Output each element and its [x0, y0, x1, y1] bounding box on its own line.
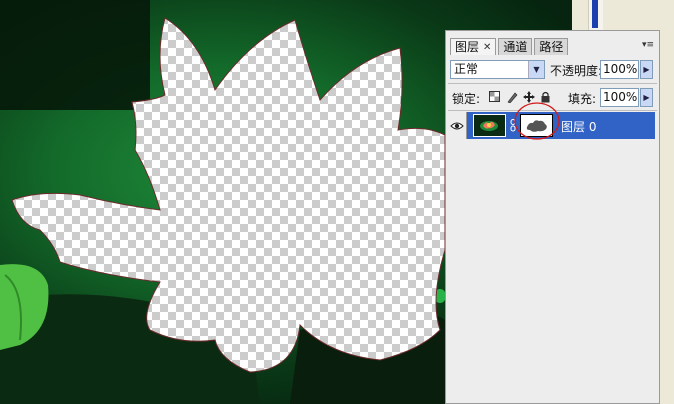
tab-label: 通道: [503, 39, 528, 54]
fill-input[interactable]: 100%: [600, 88, 639, 107]
opacity-value: 100%: [603, 62, 638, 76]
opacity-input[interactable]: 100%: [600, 60, 639, 79]
visibility-toggle[interactable]: [447, 112, 467, 139]
dark-area-top-left: [0, 0, 150, 110]
tab-label: 路径: [539, 39, 564, 54]
fill-value: 100%: [603, 90, 638, 104]
layers-scrollbar[interactable]: [655, 112, 659, 403]
close-icon[interactable]: ✕: [483, 39, 491, 56]
lock-transparency-icon[interactable]: [488, 90, 501, 103]
divider: [448, 83, 657, 84]
tab-paths[interactable]: 路径: [534, 38, 569, 55]
tab-channels[interactable]: 通道: [498, 38, 533, 55]
tab-label: 图层: [455, 39, 480, 54]
fill-label: 填充:: [568, 92, 597, 106]
panel-menu-icon[interactable]: ▾≡: [641, 37, 655, 53]
layer-thumbnail[interactable]: [473, 114, 506, 137]
opacity-slider-arrow-icon[interactable]: ▶: [640, 60, 653, 79]
eye-icon: [449, 122, 464, 129]
blend-mode-select[interactable]: 正常 ▼: [450, 60, 545, 79]
blend-opacity-row: 正常 ▼ 不透明度: 100% ▶: [450, 59, 655, 81]
blend-mode-value: 正常: [454, 62, 479, 76]
opacity-label: 不透明度:: [550, 64, 603, 78]
tab-layers[interactable]: 图层 ✕: [450, 38, 497, 56]
chevron-down-icon[interactable]: ▼: [528, 61, 544, 78]
scroll-indicator: [592, 0, 598, 28]
panel-tabs: 图层 ✕ 通道 路径: [450, 38, 570, 56]
highlight-circle: [514, 102, 560, 140]
layers-panel: 图层 ✕ 通道 路径 ▾≡ 正常 ▼ 不透明度: 100% ▶ 锁定: 填充: …: [445, 30, 660, 404]
fill-slider-arrow-icon[interactable]: ▶: [640, 88, 653, 107]
lock-label: 锁定:: [452, 92, 481, 106]
layer-name[interactable]: 图层 0: [561, 118, 596, 135]
